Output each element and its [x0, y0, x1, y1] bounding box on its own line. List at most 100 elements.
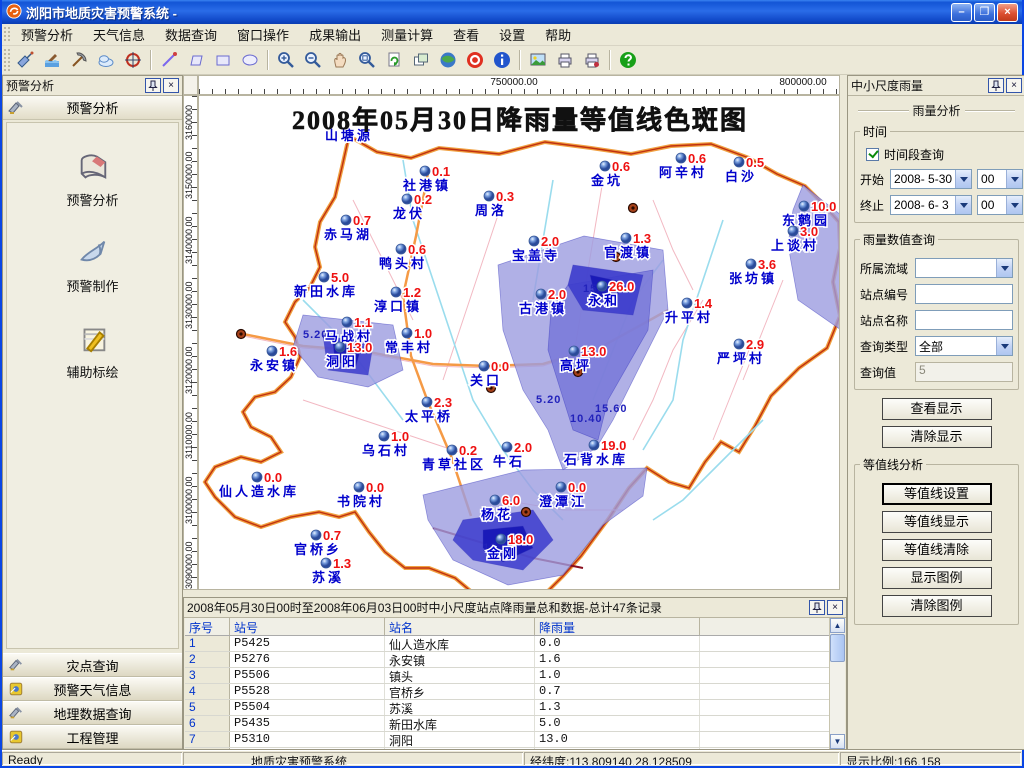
table-row[interactable]: 1P5425仙人造水库0.0 [185, 636, 845, 652]
station-marker[interactable] [734, 157, 744, 167]
scroll-down-icon[interactable]: ▼ [830, 734, 845, 749]
station-marker[interactable] [484, 191, 494, 201]
left-panel-bar-地理数据查询[interactable]: 地理数据查询 [3, 701, 182, 725]
chevron-down-icon[interactable] [955, 170, 971, 188]
close-icon[interactable]: × [163, 78, 179, 93]
station-marker[interactable] [402, 328, 412, 338]
left-panel-item-预警分析[interactable]: 预警分析 [7, 149, 178, 209]
chevron-down-icon[interactable] [996, 337, 1012, 355]
start-hour-picker[interactable]: 00 [977, 169, 1023, 189]
chevron-down-icon[interactable] [955, 196, 971, 214]
menu-grip[interactable] [3, 26, 10, 43]
end-date-picker[interactable]: 2008- 6- 3 [890, 195, 972, 215]
menu-item-查看[interactable]: 查看 [443, 22, 489, 47]
station-marker[interactable] [252, 472, 262, 482]
info-icon[interactable] [489, 48, 514, 72]
station-永安镇[interactable]: 1.6永安镇 [249, 344, 298, 373]
station-id-input[interactable] [915, 284, 1013, 304]
station-marker[interactable] [267, 346, 277, 356]
query-type-select[interactable]: 全部 [915, 336, 1013, 356]
left-panel-bar-工程管理[interactable]: 工程管理 [3, 725, 182, 749]
chevron-down-icon[interactable] [1006, 196, 1022, 214]
清除显示-button[interactable]: 清除显示 [882, 426, 992, 448]
map-canvas[interactable]: 5.2015.205.2015.6010.4015.6山塘源0.1社港镇0.2龙… [198, 95, 840, 590]
rectangle-icon[interactable] [210, 48, 235, 72]
显示图例-button[interactable]: 显示图例 [882, 567, 992, 589]
basin-select[interactable] [915, 258, 1013, 278]
end-hour-picker[interactable]: 00 [977, 195, 1023, 215]
table-row[interactable]: 4P5528官桥乡0.7 [185, 684, 845, 700]
station-marker[interactable] [597, 281, 607, 291]
查看显示-button[interactable]: 查看显示 [882, 398, 992, 420]
station-marker[interactable] [676, 153, 686, 163]
line-icon[interactable] [156, 48, 181, 72]
pan-icon[interactable] [327, 48, 352, 72]
table-row[interactable]: 5P5504苏溪1.3 [185, 700, 845, 716]
menu-item-帮助[interactable]: 帮助 [535, 22, 581, 47]
pin-icon[interactable] [809, 600, 825, 615]
station-marker[interactable] [600, 161, 610, 171]
toolbar-grip[interactable] [3, 48, 10, 72]
station-官桥乡[interactable]: 0.7官桥乡 [294, 528, 342, 557]
left-panel-header[interactable]: 预警分析 [3, 96, 182, 120]
start-date-picker[interactable]: 2008- 5-30 [890, 169, 972, 189]
restore-button[interactable]: ❐ [974, 3, 995, 22]
station-marker[interactable] [479, 361, 489, 371]
polygon-icon[interactable] [183, 48, 208, 72]
pin-icon[interactable] [988, 78, 1004, 93]
station-marker[interactable] [379, 431, 389, 441]
station-marker[interactable] [342, 317, 352, 327]
zoom-window-icon[interactable] [354, 48, 379, 72]
minimize-button[interactable]: – [951, 3, 972, 22]
zoom-in-icon[interactable] [273, 48, 298, 72]
globe-icon[interactable] [435, 48, 460, 72]
等值线设置-button[interactable]: 等值线设置 [882, 483, 992, 505]
print-icon[interactable] [552, 48, 577, 72]
left-panel-bar-灾点查询[interactable]: 灾点查询 [3, 653, 182, 677]
layers-icon[interactable] [408, 48, 433, 72]
close-icon[interactable]: × [827, 600, 843, 615]
等值线清除-button[interactable]: 等值线清除 [882, 539, 992, 561]
station-marker[interactable] [420, 166, 430, 176]
station-marker[interactable] [799, 201, 809, 211]
station-marker[interactable] [496, 534, 506, 544]
table-row[interactable]: 3P5506镇头1.0 [185, 668, 845, 684]
menu-item-窗口操作[interactable]: 窗口操作 [227, 22, 299, 47]
scroll-thumb[interactable] [830, 634, 845, 662]
left-panel-item-预警制作[interactable]: 预警制作 [7, 235, 178, 295]
station-marker[interactable] [621, 233, 631, 243]
station-marker[interactable] [311, 530, 321, 540]
close-button[interactable]: × [997, 3, 1018, 22]
zoom-out-icon[interactable] [300, 48, 325, 72]
station-marker[interactable] [502, 442, 512, 452]
station-marker[interactable] [341, 215, 351, 225]
table-row[interactable]: 6P5435新田水库5.0 [185, 716, 845, 732]
station-name-input[interactable] [915, 310, 1013, 330]
menu-item-数据查询[interactable]: 数据查询 [155, 22, 227, 47]
query-value-input[interactable]: 5 [915, 362, 1013, 382]
menu-item-测量计算[interactable]: 测量计算 [371, 22, 443, 47]
scroll-up-icon[interactable]: ▲ [830, 618, 845, 633]
station-marker[interactable] [529, 236, 539, 246]
left-panel-item-辅助标绘[interactable]: 辅助标绘 [7, 321, 178, 381]
station-marker[interactable] [589, 440, 599, 450]
station-marker[interactable] [734, 339, 744, 349]
table-row-partial[interactable] [185, 748, 845, 749]
station-marker[interactable] [490, 495, 500, 505]
station-marker[interactable] [536, 289, 546, 299]
station-marker[interactable] [746, 259, 756, 269]
menu-item-成果输出[interactable]: 成果输出 [299, 22, 371, 47]
cloud-icon[interactable] [93, 48, 118, 72]
station-marker[interactable] [682, 298, 692, 308]
station-marker[interactable] [354, 482, 364, 492]
close-icon[interactable]: × [1006, 78, 1022, 93]
station-marker[interactable] [788, 226, 798, 236]
menu-item-天气信息[interactable]: 天气信息 [83, 22, 155, 47]
station-marker[interactable] [391, 287, 401, 297]
refresh-icon[interactable] [381, 48, 406, 72]
table-row[interactable]: 2P5276永安镇1.6 [185, 652, 845, 668]
flood-icon[interactable] [39, 48, 64, 72]
menu-item-设置[interactable]: 设置 [489, 22, 535, 47]
left-panel-bar-预警天气信息[interactable]: 预警天气信息 [3, 677, 182, 701]
ellipse-icon[interactable] [237, 48, 262, 72]
